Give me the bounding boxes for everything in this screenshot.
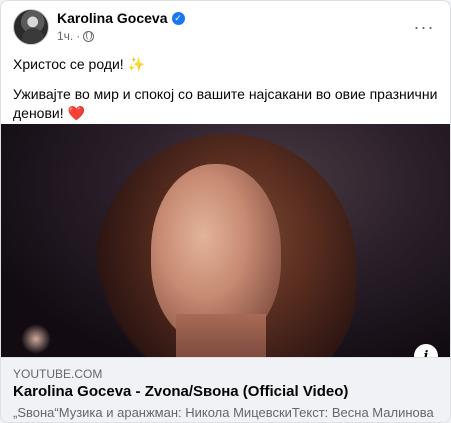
verified-badge-icon: ✓ bbox=[171, 11, 185, 25]
post-text-line-2: Уживајте во мир и спокој со вашите најса… bbox=[13, 85, 438, 123]
link-description: „Ѕвона“Музика и аранжман: Никола Мицевск… bbox=[13, 405, 434, 420]
thumbnail-neck bbox=[176, 314, 266, 357]
video-thumbnail[interactable] bbox=[1, 124, 450, 357]
globe-icon[interactable] bbox=[83, 30, 95, 42]
author-name-row: Karolina Goceva ✓ bbox=[57, 10, 185, 26]
post-header: Karolina Goceva ✓ 1ч. · ··· bbox=[13, 9, 440, 45]
post-meta: 1ч. · bbox=[57, 29, 95, 43]
heart-icon: ❤️ bbox=[67, 105, 85, 121]
more-options-button[interactable]: ··· bbox=[408, 11, 440, 43]
more-options-icon: ··· bbox=[413, 16, 435, 37]
post-body: Христос се роди! ✨ Уживајте во мир и спо… bbox=[13, 55, 438, 134]
post-text-line-1: Христос се роди! ✨ bbox=[13, 55, 438, 74]
post-timestamp[interactable]: 1ч. bbox=[57, 29, 73, 43]
link-title[interactable]: Karolina Goceva - Zvona/Ѕвона (Official … bbox=[13, 383, 348, 400]
link-domain: YOUTUBE.COM bbox=[13, 367, 103, 381]
author-name[interactable]: Karolina Goceva bbox=[57, 10, 168, 26]
post-card: Karolina Goceva ✓ 1ч. · ··· Христос се р… bbox=[0, 0, 451, 423]
author-avatar[interactable] bbox=[13, 9, 49, 45]
meta-separator: · bbox=[76, 29, 81, 43]
link-preview[interactable]: YOUTUBE.COM Karolina Goceva - Zvona/Ѕвон… bbox=[1, 357, 450, 422]
greeting-text: Христос се роди! bbox=[13, 56, 128, 72]
sparkle-icon: ✨ bbox=[127, 56, 146, 72]
thumbnail-light bbox=[21, 324, 51, 354]
